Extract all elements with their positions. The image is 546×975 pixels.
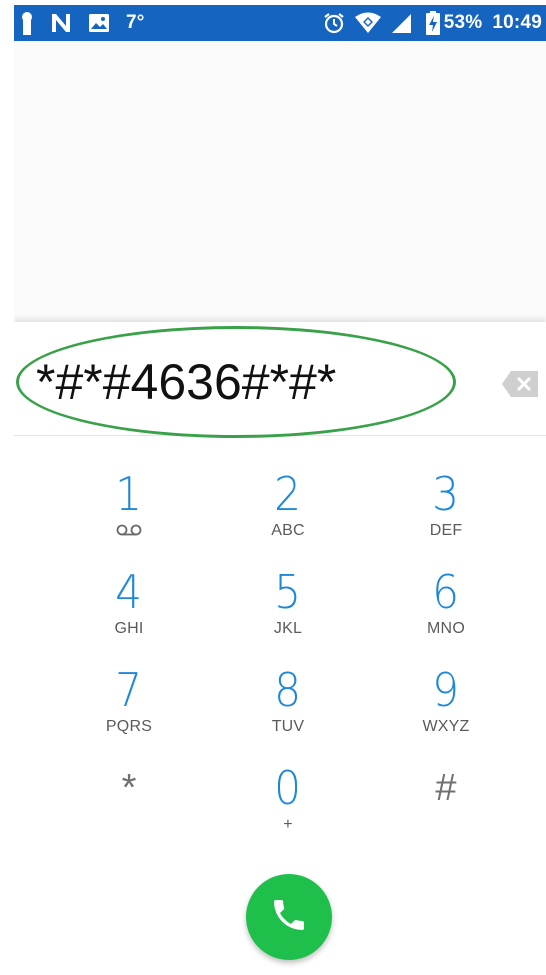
key-star[interactable]: * <box>69 762 189 852</box>
key-7[interactable]: 7 PQRS <box>69 664 189 754</box>
key-0[interactable]: 0 + <box>228 762 348 852</box>
dialed-digits-row: *#*#4636#*#* <box>14 322 546 438</box>
clock-time: 10:49 <box>492 12 542 33</box>
key-5[interactable]: 5 JKL <box>228 566 348 656</box>
status-bar-right: 53% 10:49 <box>314 11 542 35</box>
key-letters: ABC <box>271 522 305 539</box>
image-icon <box>88 13 110 33</box>
status-bar-left: 7° <box>20 11 161 35</box>
status-bar: 7° 53% 10:49 <box>14 5 546 41</box>
call-button[interactable] <box>246 874 332 960</box>
temperature-text: 7° <box>126 12 145 33</box>
wifi-icon <box>354 12 382 34</box>
signal-icon <box>390 12 412 34</box>
key-4[interactable]: 4 GHI <box>69 566 189 656</box>
key-digit: * <box>121 767 137 809</box>
phone-icon <box>269 895 309 940</box>
battery-percent-text: 53% <box>443 12 483 33</box>
keyhole-icon <box>20 11 34 35</box>
key-letters: WXYZ <box>422 718 470 735</box>
key-digit: 4 <box>115 565 143 619</box>
key-digit: 9 <box>432 663 460 717</box>
key-digit: # <box>435 767 457 809</box>
key-hash[interactable]: # <box>386 762 506 852</box>
call-log-area[interactable] <box>14 41 546 333</box>
key-digit: 2 <box>274 467 302 521</box>
dialpad-panel: *#*#4636#*#* 1 2 ABC 3 DEF 4 GHI 5 JKL 6… <box>14 322 546 975</box>
key-digit: 8 <box>274 663 302 717</box>
key-8[interactable]: 8 TUV <box>228 664 348 754</box>
key-digit: 3 <box>432 467 460 521</box>
key-2[interactable]: 2 ABC <box>228 468 348 558</box>
key-3[interactable]: 3 DEF <box>386 468 506 558</box>
key-letters: + <box>283 816 293 833</box>
key-letters: PQRS <box>105 718 153 735</box>
backspace-icon[interactable] <box>502 371 538 397</box>
key-letters: GHI <box>114 620 144 637</box>
key-digit: 6 <box>432 565 460 619</box>
key-letters: MNO <box>427 620 465 637</box>
dialed-number[interactable]: *#*#4636#*#* <box>36 352 336 412</box>
battery-icon <box>425 11 440 35</box>
key-digit: 5 <box>274 565 302 619</box>
dialer-screen: 7° 53% 10:49 *#*#4636#*#* 1 2 ABC 3 DEF … <box>14 0 546 975</box>
key-9[interactable]: 9 WXYZ <box>386 664 506 754</box>
key-1[interactable]: 1 <box>69 468 189 558</box>
key-digit: 7 <box>115 663 143 717</box>
key-letters: JKL <box>273 620 303 637</box>
key-letters: TUV <box>271 718 305 735</box>
key-digit: 1 <box>115 467 143 521</box>
alarm-icon <box>322 11 346 35</box>
key-digit: 0 <box>274 761 302 815</box>
key-letters: DEF <box>429 522 463 539</box>
key-6[interactable]: 6 MNO <box>386 566 506 656</box>
voicemail-icon <box>116 523 142 541</box>
n-notification-icon <box>50 12 72 34</box>
